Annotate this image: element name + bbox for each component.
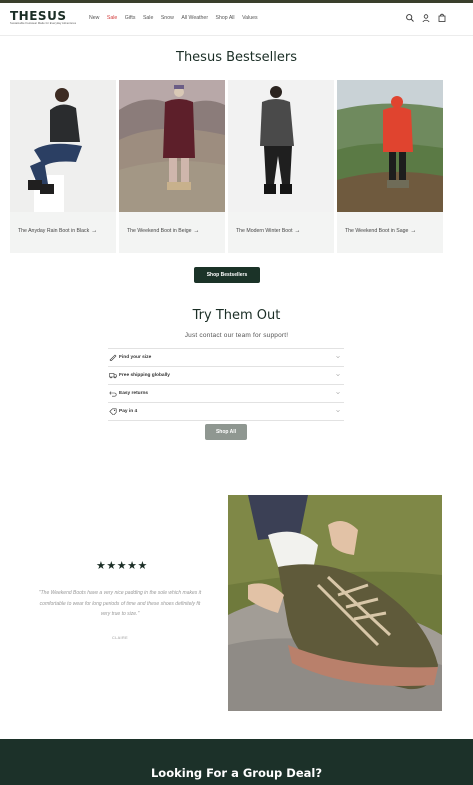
arrow-right-icon: → bbox=[193, 228, 200, 234]
product-image[interactable] bbox=[10, 80, 116, 212]
account-icon[interactable] bbox=[421, 13, 431, 23]
product-name[interactable]: The Weekend Boot in Sage → bbox=[345, 226, 439, 236]
chevron-down-icon bbox=[336, 410, 340, 413]
info-accordion: Find your size Free shipping globally Ea… bbox=[108, 348, 344, 421]
nav-item-gifts[interactable]: Gifts bbox=[125, 15, 136, 21]
product-name[interactable]: The Modern Winter Boot → bbox=[236, 226, 330, 236]
chevron-down-icon bbox=[336, 392, 340, 395]
accordion-label: Find your size bbox=[119, 355, 152, 360]
ruler-icon bbox=[109, 354, 117, 361]
tag-icon bbox=[109, 408, 117, 415]
try-them-out-title: Try Them Out bbox=[192, 308, 281, 323]
product-card[interactable]: The Weekend Boot in Beige → bbox=[119, 80, 225, 253]
group-deal-title: Looking For a Group Deal? bbox=[150, 766, 323, 780]
accordion-item-size[interactable]: Find your size bbox=[108, 349, 344, 367]
product-card[interactable]: The Modern Winter Boot → bbox=[228, 80, 334, 253]
site-header: THESUS Sustainable Footwear Made for Eve… bbox=[0, 3, 473, 36]
product-image[interactable] bbox=[119, 80, 225, 212]
nav-item-values[interactable]: Values bbox=[242, 15, 257, 21]
truck-icon bbox=[109, 373, 117, 379]
logo-tagline: Sustainable Footwear Made for Everyday A… bbox=[10, 22, 77, 25]
shop-all-button[interactable]: Shop All bbox=[205, 424, 247, 440]
product-name[interactable]: The Weekend Boot in Beige → bbox=[127, 226, 221, 236]
logo-wordmark: THESUS bbox=[10, 9, 67, 23]
accordion-label: Free shipping globally bbox=[119, 373, 170, 378]
product-card[interactable]: The Anyday Rain Boot in Black → bbox=[10, 80, 116, 253]
product-grid: The Anyday Rain Boot in Black → The Weeke… bbox=[10, 80, 443, 253]
nav-item-new[interactable]: New bbox=[89, 15, 99, 21]
accordion-item-pay[interactable]: Pay in 4 bbox=[108, 403, 344, 421]
chevron-down-icon bbox=[336, 356, 340, 359]
rating-stars: ★★★★★ bbox=[96, 560, 148, 572]
product-image[interactable] bbox=[337, 80, 443, 212]
search-icon[interactable] bbox=[405, 13, 415, 23]
arrow-right-icon: → bbox=[410, 228, 417, 234]
arrow-right-icon: → bbox=[91, 228, 98, 234]
header-icons bbox=[405, 13, 453, 23]
logo[interactable]: THESUS Sustainable Footwear Made for Eve… bbox=[10, 10, 76, 26]
review-photo bbox=[228, 495, 442, 711]
accordion-label: Easy returns bbox=[119, 391, 149, 396]
nav-item-shop-all[interactable]: Shop All bbox=[216, 15, 235, 21]
main-nav: New Sale Gifts Sale Snow All Weather Sho… bbox=[89, 15, 265, 21]
nav-item-sale[interactable]: Sale bbox=[107, 15, 117, 21]
return-icon bbox=[109, 391, 117, 397]
accordion-item-returns[interactable]: Easy returns bbox=[108, 385, 344, 403]
nav-item-snow[interactable]: Snow bbox=[161, 15, 174, 21]
nav-item-sale-2[interactable]: Sale bbox=[143, 15, 153, 21]
shop-bestsellers-button[interactable]: Shop Bestsellers bbox=[194, 267, 260, 283]
cart-icon[interactable] bbox=[437, 13, 447, 23]
accordion-label: Pay in 4 bbox=[119, 409, 138, 414]
product-name[interactable]: The Anyday Rain Boot in Black → bbox=[18, 226, 112, 236]
arrow-right-icon: → bbox=[294, 228, 301, 234]
chevron-down-icon bbox=[336, 374, 340, 377]
bestsellers-title: Thesus Bestsellers bbox=[176, 50, 297, 65]
product-image[interactable] bbox=[228, 80, 334, 212]
product-card[interactable]: The Weekend Boot in Sage → bbox=[337, 80, 443, 253]
review-quote: "The Weekend Boots have a very nice padd… bbox=[38, 590, 202, 617]
review-author: CLAIRE bbox=[111, 636, 129, 640]
accordion-item-shipping[interactable]: Free shipping globally bbox=[108, 367, 344, 385]
nav-item-all-weather[interactable]: All Weather bbox=[181, 15, 208, 21]
try-them-out-subtitle: Just contact our team for support! bbox=[184, 332, 289, 339]
